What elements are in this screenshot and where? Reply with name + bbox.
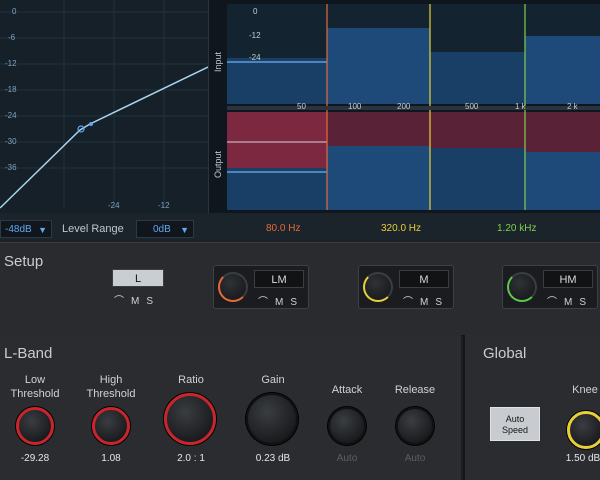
y-tick: 0	[12, 7, 17, 16]
y-tick: -30	[5, 137, 17, 146]
spectrum-analyzer: Input Output 0 -12 -24 50 100 200 500 1 …	[209, 0, 600, 213]
x-tick: -24	[108, 201, 120, 210]
band-lm-bypass-icon[interactable]: ⌒	[258, 297, 268, 308]
band-l-button[interactable]: L	[112, 269, 164, 287]
crossover-low-label[interactable]: 80.0 Hz	[266, 223, 300, 234]
y-tick: -18	[5, 85, 17, 94]
level-range-high-value: 0dB	[153, 224, 171, 235]
y-tick: -24	[5, 111, 17, 120]
band-lm-knob[interactable]	[218, 272, 248, 302]
db-tick: 0	[253, 7, 258, 16]
setup-section: Setup L ⌒ M S LM ⌒ M S M ⌒ M S HM ⌒ M S	[0, 242, 600, 336]
global-title: Global	[483, 345, 527, 362]
band-hm[interactable]: HM ⌒ M S	[502, 265, 598, 309]
level-range-low-dropdown[interactable]: -48dB ▼	[0, 220, 52, 238]
band-lm[interactable]: LM ⌒ M S	[213, 265, 309, 309]
band-m[interactable]: M ⌒ M S	[358, 265, 454, 309]
freq-tick: 2 k	[567, 102, 578, 111]
output-axis-label: Output	[213, 150, 223, 178]
band-hm-bypass-icon[interactable]: ⌒	[547, 297, 557, 308]
band-m-mute[interactable]: M	[420, 297, 428, 308]
high-threshold-handle	[89, 122, 93, 126]
l-band-section: L-Band Low Threshold -29.28 High Thresho…	[0, 335, 461, 480]
band-l-bypass-icon[interactable]: ⌒	[114, 296, 124, 307]
low-threshold-label: Low Threshold	[10, 374, 60, 400]
gain-value: 0.23 dB	[255, 453, 291, 464]
ratio-knob[interactable]	[164, 393, 216, 445]
band-l-mute[interactable]: M	[131, 296, 139, 307]
freq-tick: 500	[465, 102, 479, 111]
crossover-high-label[interactable]: 1.20 kHz	[497, 223, 536, 234]
band-hm-controls: ⌒ M S	[547, 293, 593, 308]
release-knob[interactable]	[396, 407, 434, 445]
level-range-high-dropdown[interactable]: 0dB ▼	[136, 220, 194, 238]
band-lm-solo[interactable]: S	[290, 297, 297, 308]
high-threshold-value: 1.08	[101, 453, 121, 464]
global-section: Global Auto Speed Knee 1.50 dB	[463, 335, 600, 480]
level-range-low-value: -48dB	[5, 224, 32, 235]
band-hm-knob[interactable]	[507, 272, 537, 302]
band-m-knob[interactable]	[363, 272, 393, 302]
gain-label: Gain	[261, 374, 285, 386]
band-l-controls: ⌒ M S	[114, 292, 160, 307]
low-threshold-knob[interactable]	[16, 407, 54, 445]
ratio-value: 2.0 : 1	[177, 453, 205, 464]
chevron-down-icon: ▼	[180, 225, 189, 235]
knee-label: Knee	[572, 384, 598, 396]
knee-value: 1.50 dB	[565, 453, 600, 464]
band-lm-mute[interactable]: M	[275, 297, 283, 308]
band-hm-button[interactable]: HM	[543, 270, 593, 288]
transfer-curve-panel[interactable]: 0 -6 -12 -18 -24 -30 -36 -24 -12	[0, 0, 209, 213]
freq-tick: 1 k	[515, 102, 526, 111]
knee-knob[interactable]	[567, 411, 600, 449]
setup-title: Setup	[4, 253, 44, 270]
l-band-title: L-Band	[4, 345, 53, 362]
attack-label: Attack	[331, 384, 363, 396]
transfer-curve-graph	[0, 0, 208, 209]
low-threshold-value: -29.28	[20, 453, 50, 464]
high-threshold-knob[interactable]	[92, 407, 130, 445]
db-tick: -12	[249, 31, 261, 40]
freq-tick: 50	[297, 102, 306, 111]
db-tick: -24	[249, 53, 261, 62]
band-m-solo[interactable]: S	[435, 297, 442, 308]
band-lm-controls: ⌒ M S	[258, 293, 304, 308]
attack-knob[interactable]	[328, 407, 366, 445]
auto-speed-button[interactable]: Auto Speed	[490, 407, 540, 441]
y-tick: -6	[8, 33, 16, 42]
high-threshold-label: High Threshold	[86, 374, 136, 400]
x-tick: -12	[158, 201, 170, 210]
gain-knob[interactable]	[246, 393, 298, 445]
crossover-mid-label[interactable]: 320.0 Hz	[381, 223, 421, 234]
band-lm-button[interactable]: LM	[254, 270, 304, 288]
freq-tick: 200	[397, 102, 411, 111]
release-label: Release	[394, 384, 436, 396]
attack-value: Auto	[336, 453, 358, 464]
band-l[interactable]: L ⌒ M S	[108, 265, 204, 309]
freq-tick: 100	[348, 102, 362, 111]
y-tick: -36	[5, 163, 17, 172]
ratio-label: Ratio	[178, 374, 204, 386]
chevron-down-icon: ▼	[38, 225, 47, 235]
band-hm-solo[interactable]: S	[579, 297, 586, 308]
input-axis-label: Input	[213, 51, 223, 72]
level-range-label: Level Range	[62, 223, 124, 235]
band-l-solo[interactable]: S	[146, 296, 153, 307]
transfer-curve-line	[0, 66, 208, 209]
band-m-bypass-icon[interactable]: ⌒	[403, 297, 413, 308]
band-m-controls: ⌒ M S	[403, 293, 449, 308]
y-tick: -12	[5, 59, 17, 68]
band-hm-mute[interactable]: M	[564, 297, 572, 308]
band-m-button[interactable]: M	[399, 270, 449, 288]
release-value: Auto	[404, 453, 426, 464]
